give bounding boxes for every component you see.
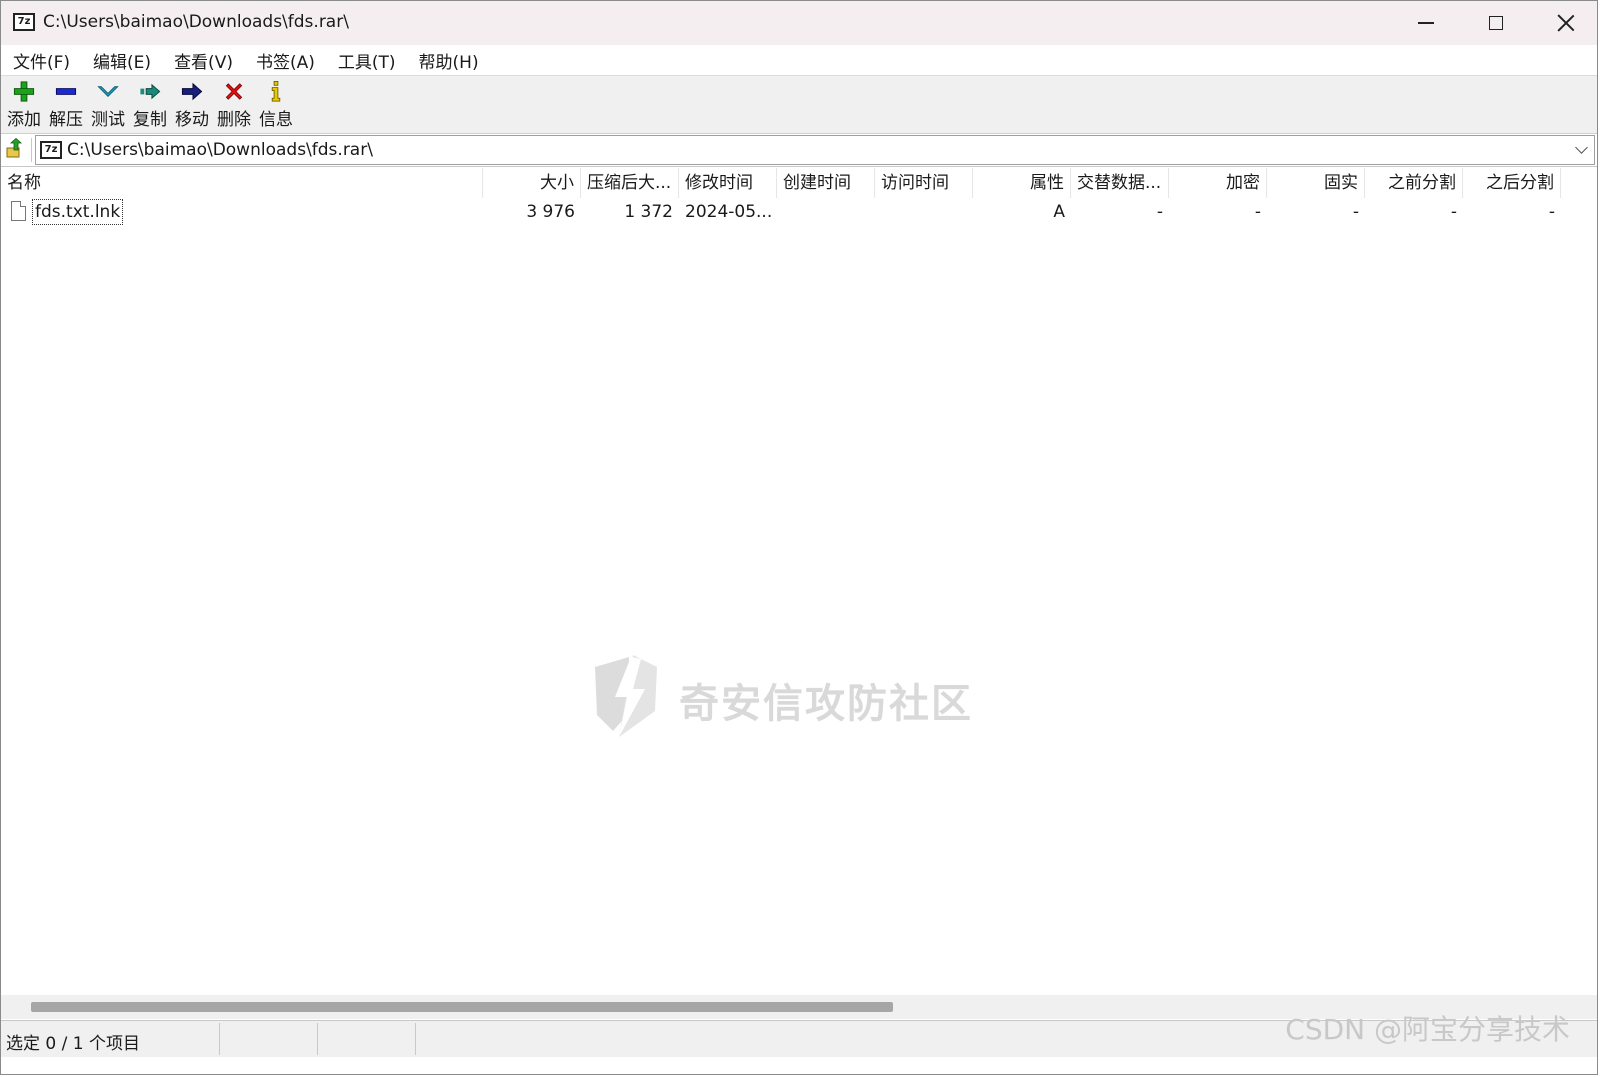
- cell-created: [777, 198, 875, 226]
- add-button[interactable]: 添加: [3, 78, 45, 130]
- menu-edit[interactable]: 编辑(E): [82, 48, 162, 73]
- column-created[interactable]: 创建时间: [777, 168, 875, 198]
- maximize-button[interactable]: [1461, 1, 1531, 45]
- column-size[interactable]: 大小: [483, 168, 581, 198]
- move-icon: [181, 82, 203, 101]
- close-button[interactable]: [1531, 1, 1600, 45]
- column-packed-size[interactable]: 压缩后大...: [581, 168, 679, 198]
- cell-alt-streams: -: [1156, 202, 1163, 222]
- menu-view[interactable]: 查看(V): [163, 48, 244, 73]
- add-label: 添加: [7, 110, 41, 130]
- minimize-button[interactable]: [1391, 1, 1461, 45]
- menu-file[interactable]: 文件(F): [2, 48, 81, 73]
- status-divider: [415, 1023, 416, 1055]
- watermark-text: 奇安信攻防社区: [679, 681, 973, 727]
- add-icon: [13, 81, 35, 102]
- status-divider: [317, 1023, 318, 1055]
- delete-label: 删除: [217, 110, 251, 130]
- info-icon: [271, 81, 281, 102]
- 7zip-app-icon: 7z: [13, 13, 35, 31]
- column-split-before[interactable]: 之前分割: [1365, 168, 1463, 198]
- watermark: 奇安信攻防社区: [589, 653, 989, 743]
- column-split-after[interactable]: 之后分割: [1463, 168, 1561, 198]
- column-name[interactable]: 名称: [1, 168, 483, 198]
- column-modified[interactable]: 修改时间: [679, 168, 777, 198]
- column-accessed[interactable]: 访问时间: [875, 168, 973, 198]
- cell-size: 3 976: [526, 202, 575, 222]
- file-name[interactable]: fds.txt.lnk: [31, 199, 124, 225]
- column-attributes[interactable]: 属性: [973, 168, 1071, 198]
- 7zip-path-icon: 7z: [40, 141, 62, 159]
- toolbar: 添加 解压 测试 复制 移动 删除 信息: [1, 76, 1597, 134]
- test-button[interactable]: 测试: [87, 78, 129, 130]
- menu-bookmarks[interactable]: 书签(A): [245, 48, 326, 73]
- menu-bar: 文件(F) 编辑(E) 查看(V) 书签(A) 工具(T) 帮助(H): [1, 45, 1597, 76]
- delete-button[interactable]: 删除: [213, 78, 255, 130]
- address-bar: 7z C:\Users\baimao\Downloads\fds.rar\: [1, 134, 1597, 167]
- up-folder-button[interactable]: [5, 137, 32, 162]
- close-icon: [1557, 14, 1575, 32]
- shield-lightning-icon: [595, 655, 657, 737]
- chevron-down-icon[interactable]: [1575, 141, 1588, 154]
- cell-modified: 2024-05...: [685, 202, 773, 222]
- app-window: 7z C:\Users\baimao\Downloads\fds.rar\ 文件…: [0, 0, 1598, 1075]
- info-button[interactable]: 信息: [255, 78, 297, 130]
- copy-icon: [140, 83, 161, 100]
- scrollbar-thumb[interactable]: [31, 1002, 893, 1012]
- extract-label: 解压: [49, 110, 83, 130]
- test-icon: [97, 86, 119, 97]
- column-alt-streams[interactable]: 交替数据...: [1071, 168, 1169, 198]
- path-input[interactable]: C:\Users\baimao\Downloads\fds.rar\: [67, 140, 373, 160]
- cell-packed-size: 1 372: [624, 202, 673, 222]
- menu-tools[interactable]: 工具(T): [327, 48, 407, 73]
- move-label: 移动: [175, 110, 209, 130]
- test-label: 测试: [91, 110, 125, 130]
- delete-icon: [225, 83, 243, 100]
- path-combobox[interactable]: 7z C:\Users\baimao\Downloads\fds.rar\: [35, 135, 1595, 165]
- copy-button[interactable]: 复制: [129, 78, 171, 130]
- column-encrypted[interactable]: 加密: [1169, 168, 1267, 198]
- extract-icon: [55, 88, 77, 95]
- menu-help[interactable]: 帮助(H): [408, 48, 490, 73]
- copy-label: 复制: [133, 110, 167, 130]
- column-header-row: 名称 大小 压缩后大... 修改时间 创建时间 访问时间 属性 交替数据... …: [1, 168, 1597, 198]
- cell-split-after: -: [1548, 202, 1555, 222]
- csdn-watermark: CSDN @阿宝分享技术: [1285, 1013, 1570, 1046]
- minimize-icon: [1418, 22, 1434, 24]
- extract-button[interactable]: 解压: [45, 78, 87, 130]
- window-title: C:\Users\baimao\Downloads\fds.rar\: [43, 12, 349, 32]
- folder-up-icon: [6, 137, 23, 158]
- status-divider: [219, 1023, 220, 1055]
- move-button[interactable]: 移动: [171, 78, 213, 130]
- cell-accessed: [875, 198, 973, 226]
- info-label: 信息: [259, 110, 293, 130]
- table-row[interactable]: fds.txt.lnk 3 976 1 372 2024-05... A - -…: [1, 198, 1597, 226]
- file-list: 名称 大小 压缩后大... 修改时间 创建时间 访问时间 属性 交替数据... …: [1, 168, 1597, 994]
- cell-encrypted: -: [1254, 202, 1261, 222]
- file-icon: [11, 201, 26, 221]
- selection-status: 选定 0 / 1 个项目: [6, 1034, 140, 1054]
- maximize-icon: [1489, 16, 1503, 30]
- column-solid[interactable]: 固实: [1267, 168, 1365, 198]
- title-bar[interactable]: 7z C:\Users\baimao\Downloads\fds.rar\: [1, 1, 1597, 45]
- cell-attributes: A: [1053, 202, 1065, 222]
- cell-split-before: -: [1450, 202, 1457, 222]
- cell-solid: -: [1352, 202, 1359, 222]
